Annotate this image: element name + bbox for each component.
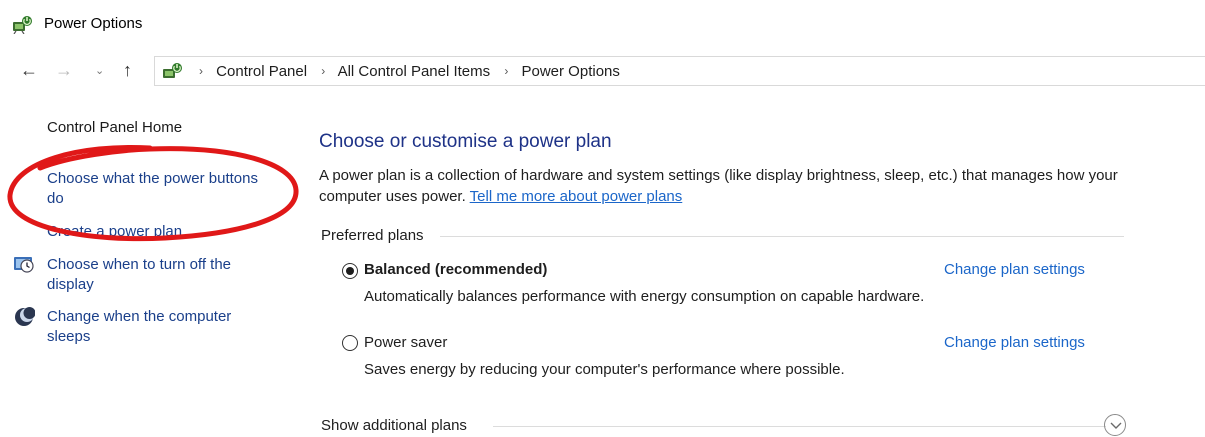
sidebar-item-computer-sleeps[interactable]: Change when the computer sleeps xyxy=(47,307,277,347)
breadcrumb-power-options[interactable]: Power Options xyxy=(522,63,620,80)
sidebar-item-power-buttons[interactable]: Choose what the power buttons do xyxy=(47,169,267,209)
window-title: Power Options xyxy=(44,15,143,32)
breadcrumb-control-panel[interactable]: Control Panel xyxy=(216,63,307,80)
sidebar-item-turn-off-display[interactable]: Choose when to turn off the display xyxy=(47,255,277,295)
power-saver-plan-description: Saves energy by reducing your computer's… xyxy=(364,361,845,378)
display-timer-icon xyxy=(14,257,34,273)
breadcrumb-separator-icon[interactable]: › xyxy=(321,64,325,78)
back-arrow-icon[interactable]: ← xyxy=(20,60,38,80)
recent-locations-chevron-icon[interactable]: ⌄ xyxy=(95,61,104,81)
chevron-down-icon xyxy=(1110,422,1122,429)
breadcrumb-separator-icon: › xyxy=(199,64,203,78)
page-description: A power plan is a collection of hardware… xyxy=(319,165,1169,207)
preferred-divider xyxy=(440,236,1124,237)
power-options-icon xyxy=(163,63,182,78)
breadcrumb-separator-icon[interactable]: › xyxy=(504,64,508,78)
expand-additional-plans-button[interactable] xyxy=(1104,414,1126,436)
balanced-plan-description: Automatically balances performance with … xyxy=(364,288,925,305)
power-saver-change-settings-link[interactable]: Change plan settings xyxy=(944,334,1085,351)
navigation-bar: ← → ⌄ ↑ › Control Panel › All Control Pa… xyxy=(0,54,1205,88)
sidebar-item-create-plan[interactable]: Create a power plan xyxy=(47,222,182,242)
power-options-icon xyxy=(13,16,32,34)
balanced-change-settings-link[interactable]: Change plan settings xyxy=(944,261,1085,278)
preferred-plans-heading: Preferred plans xyxy=(321,227,432,244)
title-bar: Power Options xyxy=(0,0,1205,50)
up-arrow-icon[interactable]: ↑ xyxy=(123,60,132,80)
tell-me-more-link[interactable]: Tell me more about power plans xyxy=(470,188,683,205)
balanced-plan-name[interactable]: Balanced (recommended) xyxy=(364,261,547,278)
power-saver-radio[interactable] xyxy=(342,335,358,351)
power-saver-plan-name[interactable]: Power saver xyxy=(364,334,447,351)
sidebar-item-control-panel-home[interactable]: Control Panel Home xyxy=(47,118,182,138)
show-additional-plans-label[interactable]: Show additional plans xyxy=(321,417,475,434)
moon-sleep-icon xyxy=(15,307,35,326)
description-text: A power plan is a collection of hardware… xyxy=(319,167,1118,205)
balanced-radio[interactable] xyxy=(342,263,358,279)
address-bar[interactable]: › Control Panel › All Control Panel Item… xyxy=(154,56,1205,86)
breadcrumb: › Control Panel › All Control Panel Item… xyxy=(189,63,620,80)
radio-selected-dot xyxy=(346,267,354,275)
additional-plans-divider xyxy=(493,426,1106,427)
page-title: Choose or customise a power plan xyxy=(319,131,612,152)
forward-arrow-icon[interactable]: → xyxy=(55,60,73,80)
breadcrumb-all-items[interactable]: All Control Panel Items xyxy=(338,63,491,80)
